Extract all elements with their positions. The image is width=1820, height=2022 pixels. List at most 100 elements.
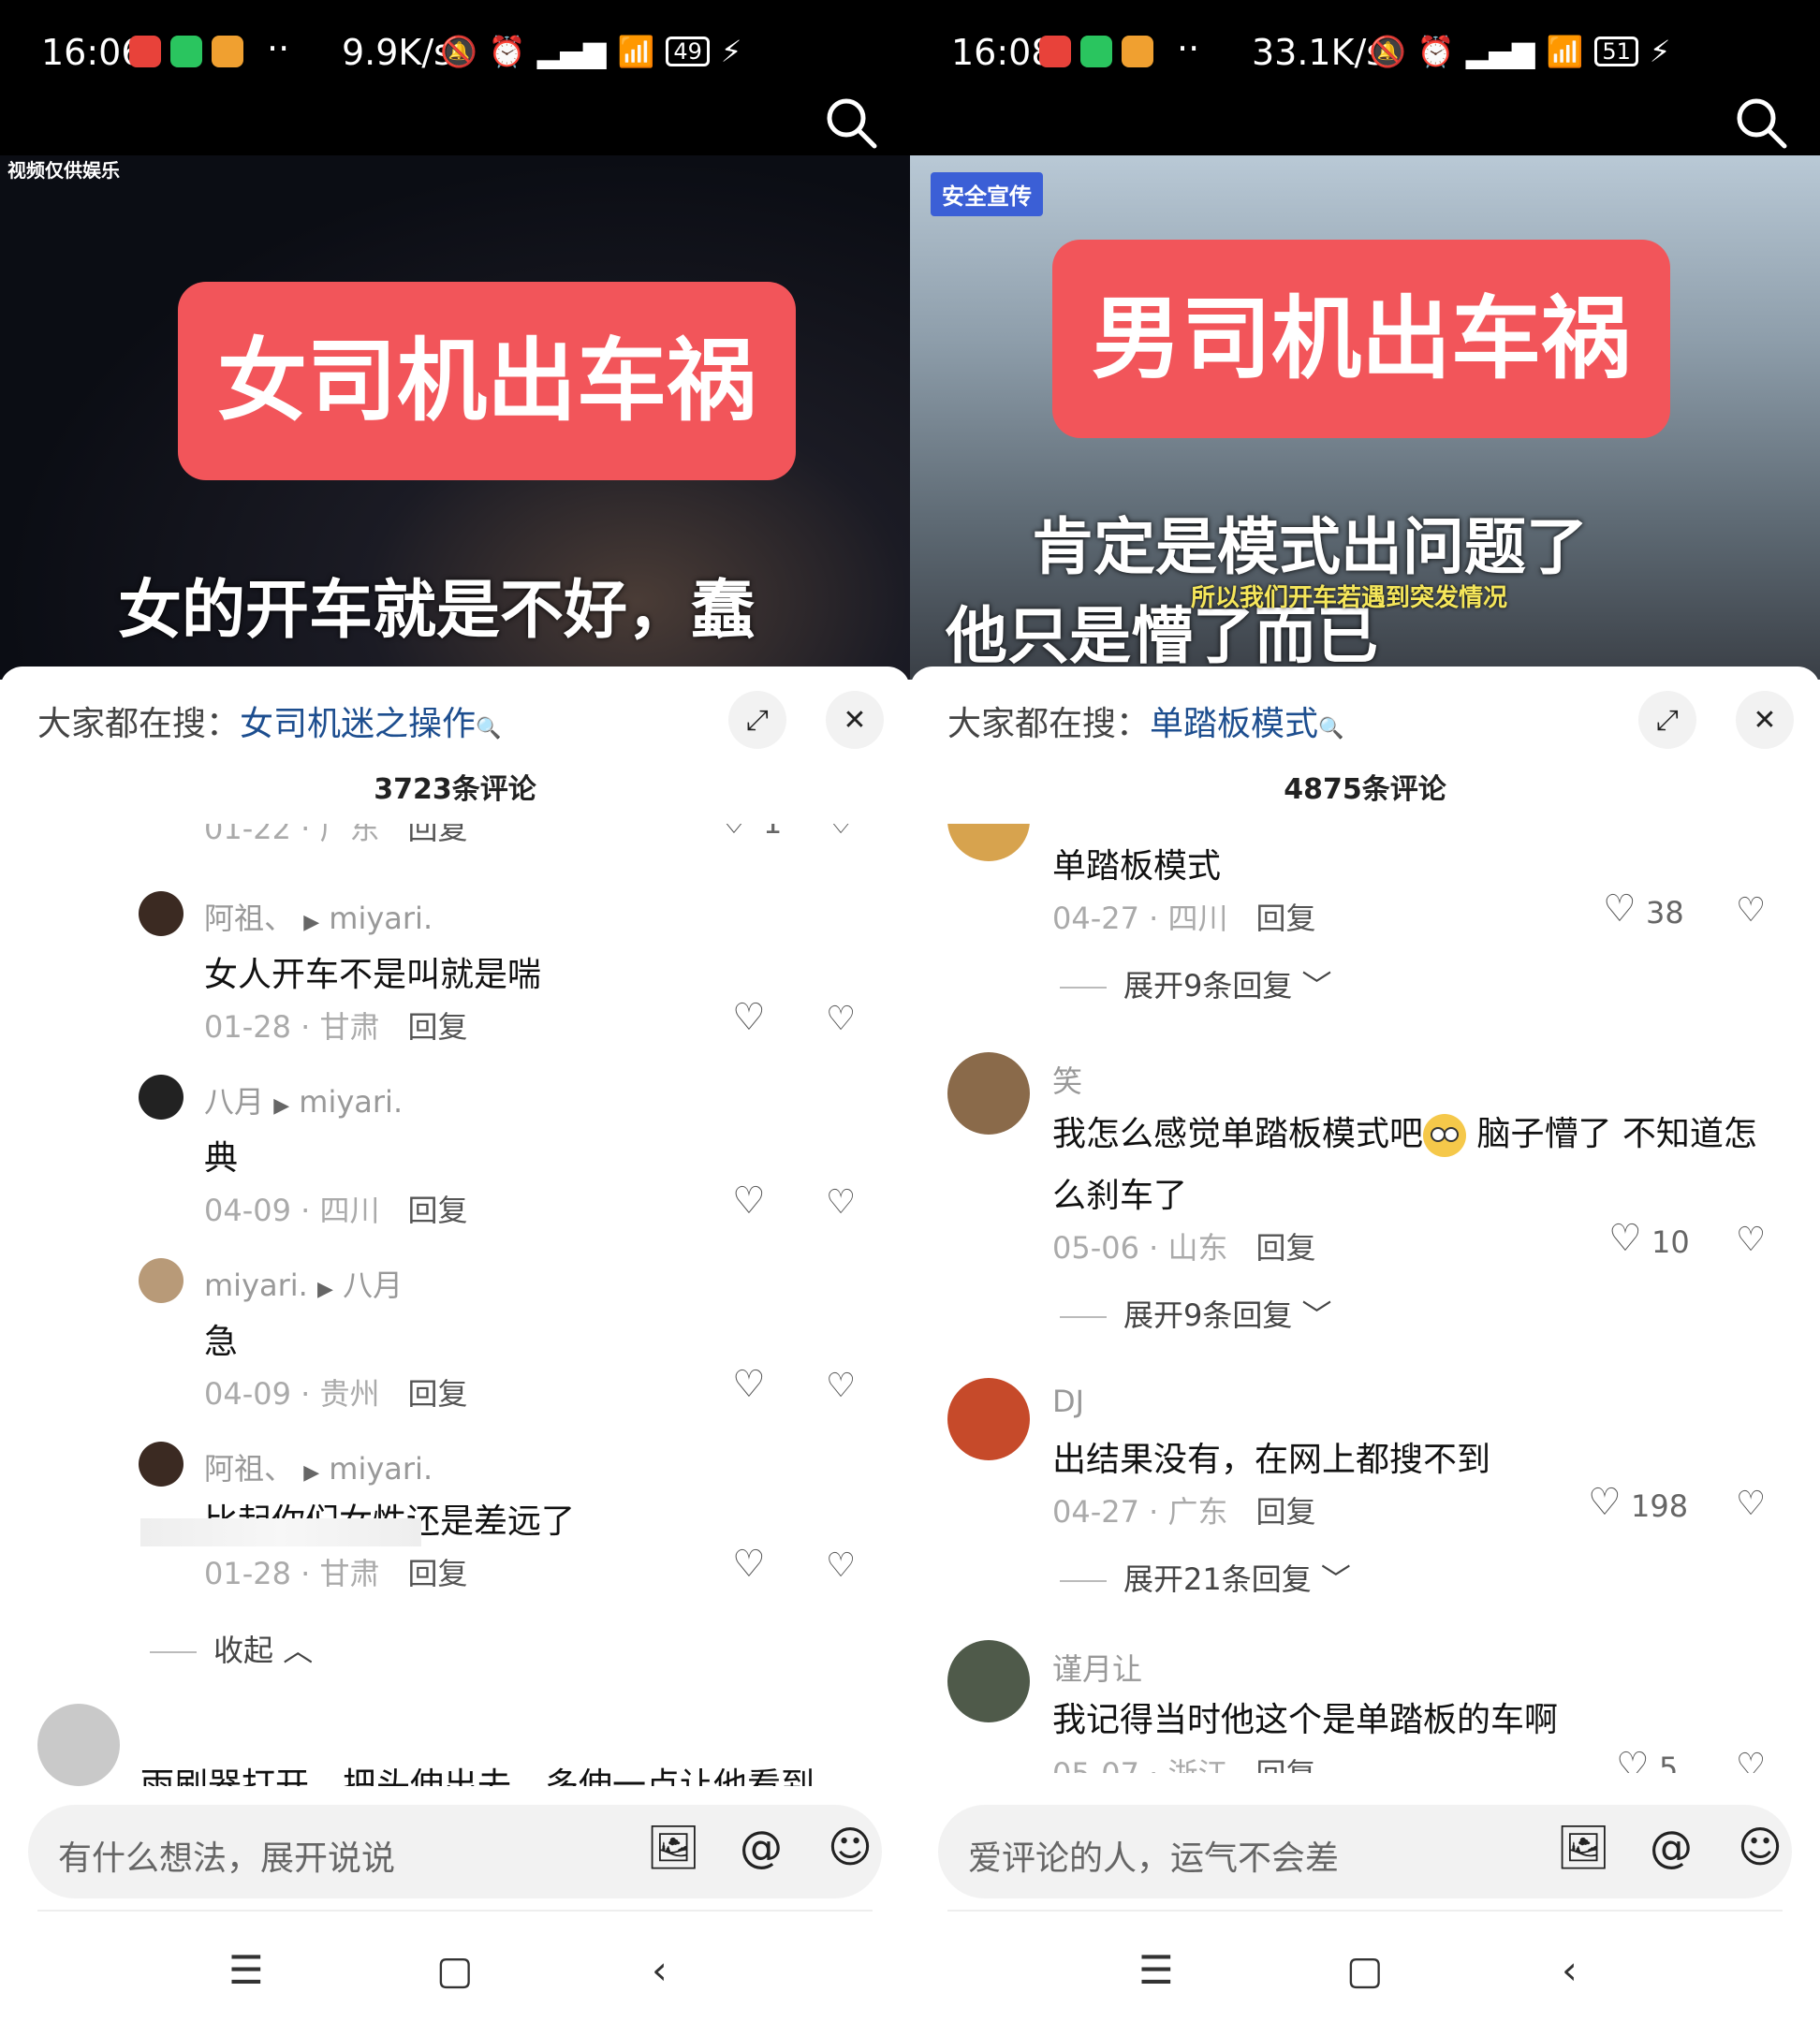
avatar[interactable] (947, 1378, 1030, 1460)
expand-replies-button[interactable]: 展开21条回复 ﹀ (1060, 1556, 1351, 1599)
comment-list[interactable]: 单踏板模式 04-27 · 四川 回复 ♡ 38 ♡ 展开9条回复 ﹀ 笑 我怎么… (910, 824, 1820, 1509)
mention-icon[interactable]: @ (1650, 1822, 1693, 1872)
emoji-icon[interactable]: ☺ (1738, 1822, 1783, 1872)
reply-button[interactable]: 回复 (1256, 901, 1316, 936)
reply-button[interactable]: 回复 (1256, 1230, 1316, 1266)
blurred-username (140, 1518, 421, 1546)
reply-author-line: 阿祖、 ▶ miyari. (204, 895, 433, 938)
reply-author[interactable]: 阿祖、 (204, 901, 294, 936)
chevron-up-icon: ︿ (283, 1633, 314, 1668)
back-icon[interactable]: ‹ (652, 1947, 668, 1993)
like-count: 10 (1651, 1224, 1690, 1260)
reply-button[interactable]: 回复 (408, 1376, 468, 1412)
expand-label: 展开9条回复 (1123, 968, 1293, 1004)
comment-input[interactable]: 爱评论的人，运气不会差 🖼 @ ☺ (938, 1805, 1792, 1898)
like-icon[interactable]: ♡ (1608, 1217, 1642, 1260)
reply-author[interactable]: 八月 (204, 1084, 264, 1120)
video-caption: 肯定是模式出问题了 (1032, 511, 1588, 583)
avatar[interactable] (139, 891, 183, 936)
status-bar: 16:08 ·· 33.1K/s 🔕 ⏰ ▂▄▆ 📶 51 ⚡ (910, 0, 1820, 103)
video-disclaimer: 视频仅供娱乐 (7, 159, 120, 182)
comment-list[interactable]: 01-22 · 广东回复 ♡ 1 ♡ 阿祖、 ▶ miyari. 女人开车不是叫… (0, 824, 910, 1507)
home-icon[interactable]: ▢ (1346, 1947, 1384, 1993)
reply-button[interactable]: 回复 (408, 1009, 468, 1045)
dislike-icon[interactable]: ♡ (1736, 1747, 1766, 1773)
emoji-icon[interactable]: ☺ (828, 1822, 873, 1872)
search-icon[interactable] (820, 92, 882, 154)
trending-search[interactable]: 大家都在搜：单踏板模式🔍 (947, 696, 1343, 745)
close-icon[interactable]: ✕ (826, 691, 884, 749)
dislike-icon[interactable]: ♡ (826, 1183, 856, 1222)
video-player[interactable]: 视频仅供娱乐 女司机出车祸 女的开车就是不好，蠢 (0, 155, 910, 680)
like-icon[interactable]: ♡ (732, 1363, 766, 1406)
image-icon[interactable]: 🖼 (646, 1822, 700, 1873)
avatar[interactable] (139, 1258, 183, 1303)
dislike-icon[interactable]: ♡ (1736, 1485, 1766, 1523)
trending-search[interactable]: 大家都在搜：女司机迷之操作🔍 (37, 696, 501, 745)
top-band (0, 103, 910, 155)
reply-target[interactable]: miyari. (299, 1084, 403, 1120)
menu-icon[interactable]: ☰ (1138, 1947, 1174, 1993)
mention-icon[interactable]: @ (740, 1822, 783, 1872)
emoji-icon (1423, 1114, 1467, 1157)
network-speed: 9.9K/s (342, 32, 452, 73)
reply-button[interactable]: 回复 (408, 1193, 468, 1228)
menu-icon[interactable]: ☰ (228, 1947, 264, 1993)
dislike-icon[interactable]: ♡ (826, 824, 856, 842)
reply-button[interactable]: 回复 (1256, 1494, 1316, 1530)
avatar[interactable] (947, 1052, 1030, 1135)
system-nav-bar: ☰ ▢ ‹ (910, 1938, 1820, 2022)
expand-replies-button[interactable]: 展开9条回复 ﹀ (1060, 1292, 1332, 1335)
reply-author[interactable]: 阿祖、 (204, 1451, 294, 1487)
avatar[interactable] (947, 1640, 1030, 1722)
like-icon[interactable]: ♡ (1588, 1481, 1622, 1524)
more-notifications-icon: ·· (1177, 28, 1200, 69)
avatar[interactable] (947, 824, 1030, 861)
expand-replies-button[interactable]: 展开9条回复 ﹀ (1060, 962, 1332, 1005)
reply-target[interactable]: miyari. (329, 901, 433, 936)
reply-button[interactable]: 回复 (1256, 1756, 1316, 1773)
collapse-replies-button[interactable]: 收起 ︿ (150, 1627, 313, 1670)
more-notifications-icon: ·· (267, 28, 290, 69)
reply-author-line: miyari. ▶ 八月 (204, 1262, 403, 1305)
mute-icon: 🔕 (1369, 34, 1406, 69)
dislike-icon[interactable]: ♡ (1736, 1221, 1766, 1259)
like-icon[interactable]: ♡ (732, 1180, 766, 1223)
reply-target[interactable]: 八月 (343, 1267, 403, 1303)
comment-author[interactable]: 笑 (1052, 1058, 1082, 1101)
close-icon[interactable]: ✕ (1736, 691, 1794, 749)
trending-search-term[interactable]: 女司机迷之操作 (240, 705, 476, 743)
expand-icon[interactable]: ⤢ (728, 691, 786, 749)
trending-search-term[interactable]: 单踏板模式 (1150, 705, 1318, 743)
video-subtitle: 所以我们开车若遇到突发情况 (1191, 584, 1508, 612)
home-icon[interactable]: ▢ (436, 1947, 474, 1993)
like-icon[interactable]: ♡ (732, 996, 766, 1039)
avatar[interactable] (139, 1442, 183, 1487)
reply-button[interactable]: 回复 (408, 1556, 468, 1591)
dislike-icon[interactable]: ♡ (826, 1000, 856, 1038)
like-icon[interactable]: ♡ (1603, 887, 1637, 930)
comment-author[interactable]: 谨月让 (1052, 1646, 1142, 1689)
like-icon[interactable]: ♡ (717, 824, 751, 842)
like-icon[interactable]: ♡ (732, 1543, 766, 1586)
avatar[interactable] (37, 1704, 120, 1786)
expand-icon[interactable]: ⤢ (1638, 691, 1696, 749)
dislike-icon[interactable]: ♡ (826, 1546, 856, 1585)
reply-button[interactable]: 回复 (408, 824, 468, 846)
avatar[interactable] (139, 1075, 183, 1120)
dislike-icon[interactable]: ♡ (1736, 891, 1766, 930)
back-icon[interactable]: ‹ (1562, 1947, 1578, 1993)
charging-icon: ⚡ (1649, 34, 1671, 69)
reply-target[interactable]: miyari. (329, 1451, 433, 1487)
network-speed: 33.1K/s (1252, 32, 1386, 73)
app-notification-icon (1122, 36, 1153, 67)
reply-author[interactable]: miyari. (204, 1267, 308, 1303)
system-nav-bar: ☰ ▢ ‹ (0, 1938, 910, 2022)
dislike-icon[interactable]: ♡ (826, 1367, 856, 1405)
like-icon[interactable]: ♡ (1616, 1745, 1650, 1773)
image-icon[interactable]: 🖼 (1556, 1822, 1610, 1873)
search-icon[interactable] (1730, 92, 1792, 154)
comment-author[interactable]: DJ (1052, 1384, 1084, 1419)
comment-input[interactable]: 有什么想法，展开说说 🖼 @ ☺ (28, 1805, 882, 1898)
video-player[interactable]: 安全宣传 男司机出车祸 肯定是模式出问题了 他只是懵了而已 所以我们开车若遇到突… (910, 155, 1820, 680)
